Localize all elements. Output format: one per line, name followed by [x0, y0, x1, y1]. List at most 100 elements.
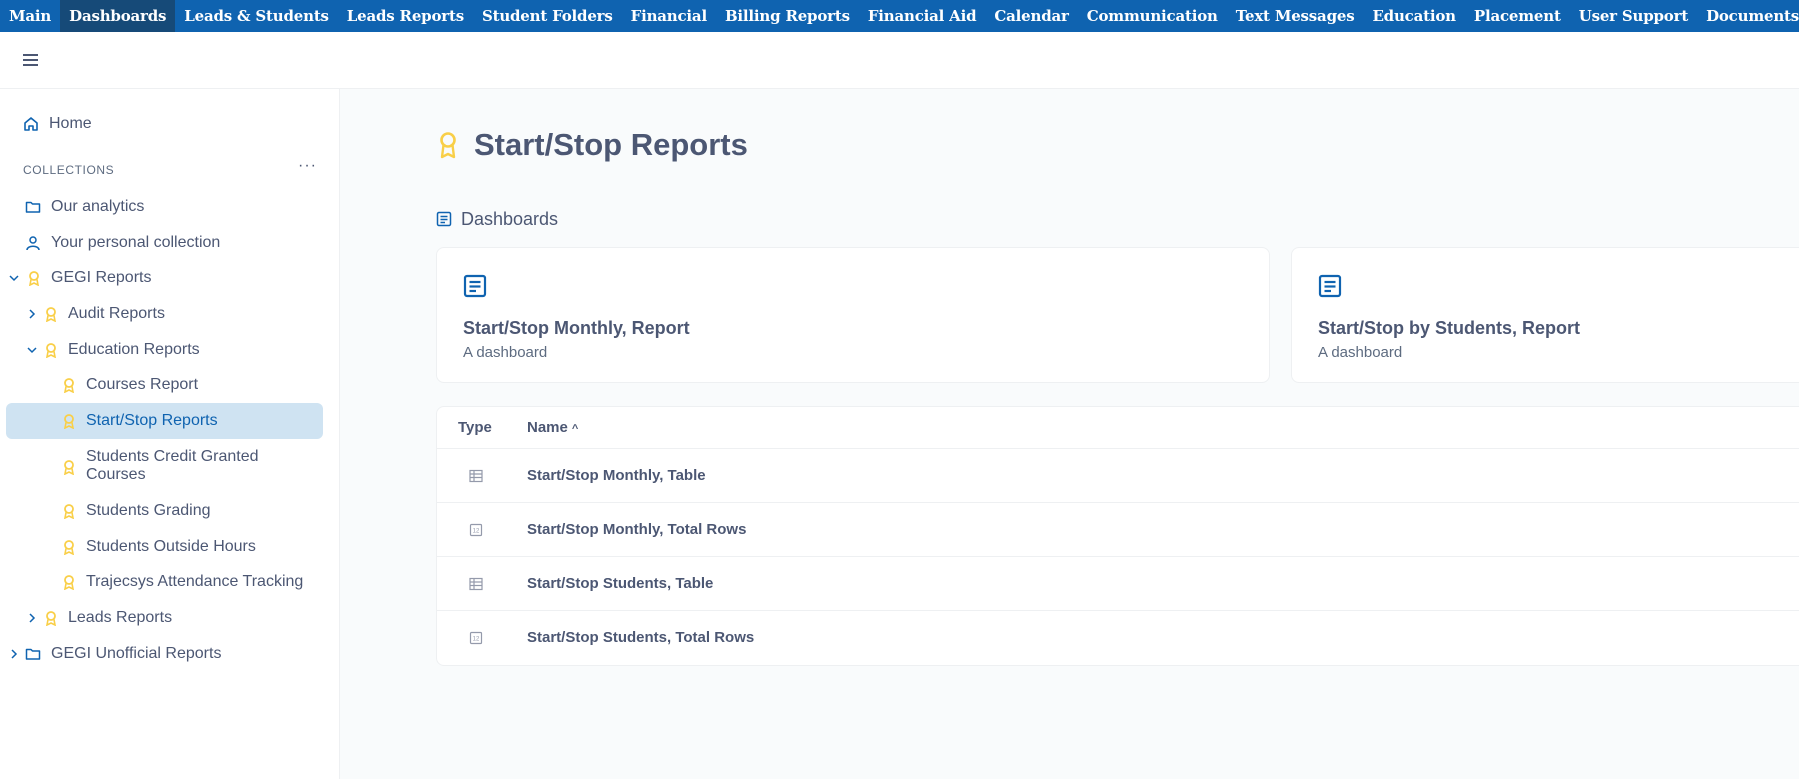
badge-icon [64, 540, 74, 555]
badge-icon [46, 611, 56, 626]
nav-item-calendar[interactable]: Calendar [985, 0, 1077, 32]
badge-icon [64, 414, 74, 429]
column-header-name-label: Name [527, 419, 568, 436]
nav-item-placement[interactable]: Placement [1465, 0, 1570, 32]
table-row[interactable]: 12 Start/Stop Students, Total Rows [437, 611, 1799, 665]
badge-icon [440, 132, 456, 159]
nav-item-user-support[interactable]: User Support [1570, 0, 1697, 32]
main-content: Start/Stop Reports Dashboards Start/Stop… [341, 89, 1799, 779]
row-name[interactable]: Start/Stop Monthly, Total Rows [527, 521, 746, 538]
nav-item-text-messages[interactable]: Text Messages [1227, 0, 1364, 32]
dashboard-icon [1318, 274, 1342, 298]
svg-text:12: 12 [473, 637, 480, 643]
app-bar [0, 32, 1799, 89]
chevron-down-icon[interactable] [26, 344, 38, 356]
row-name[interactable]: Start/Stop Students, Total Rows [527, 629, 754, 646]
dashboard-icon [463, 274, 487, 298]
nav-item-education[interactable]: Education [1363, 0, 1464, 32]
folder-icon [25, 648, 41, 660]
nav-item-financial-aid[interactable]: Financial Aid [859, 0, 986, 32]
dashboard-card[interactable]: Start/Stop Monthly, Report A dashboard [436, 247, 1270, 383]
sidebar-item-personal-collection[interactable]: Your personal collection [0, 225, 340, 261]
sidebar-item-label: Home [49, 115, 92, 132]
hamburger-icon[interactable] [23, 54, 38, 66]
sidebar-item-label: Leads Reports [68, 609, 173, 626]
chevron-right-icon[interactable] [8, 648, 20, 660]
folder-icon [25, 201, 41, 213]
nav-item-billing-reports[interactable]: Billing Reports [716, 0, 859, 32]
sidebar-item-label: Students Credit Granted Courses [86, 448, 259, 483]
nav-item-leads-reports[interactable]: Leads Reports [338, 0, 473, 32]
person-icon [26, 236, 40, 251]
badge-icon [64, 460, 74, 475]
sidebar-item-label: Our analytics [51, 198, 145, 215]
table-row[interactable]: Start/Stop Students, Table [437, 557, 1799, 611]
badge-icon [46, 343, 56, 358]
badge-icon [46, 307, 56, 322]
page-title: Start/Stop Reports [474, 127, 748, 162]
sidebar-item-label: Trajecsys Attendance Tracking [86, 573, 304, 590]
table-icon [469, 469, 483, 483]
row-name[interactable]: Start/Stop Students, Table [527, 575, 713, 592]
chevron-right-icon[interactable] [26, 308, 38, 320]
sidebar-item-label: Start/Stop Reports [86, 412, 218, 429]
sidebar-item-students-grading[interactable]: Students Grading [0, 493, 340, 529]
table-row[interactable]: 12 Start/Stop Monthly, Total Rows [437, 503, 1799, 557]
sidebar-item-label: GEGI Reports [51, 269, 152, 286]
chevron-down-icon[interactable] [8, 272, 20, 284]
home-icon [24, 117, 38, 131]
collections-header: COLLECTIONS [23, 163, 115, 177]
sidebar-item-gegi-reports[interactable]: GEGI Reports [0, 260, 340, 296]
sidebar-item-label: GEGI Unofficial Reports [51, 645, 222, 662]
sidebar-item-audit-reports[interactable]: Audit Reports [0, 296, 340, 332]
sidebar: Home COLLECTIONS ··· Our analytics Your … [0, 89, 340, 779]
sidebar-item-label: Courses Report [86, 376, 199, 393]
sidebar-item-courses-report[interactable]: Courses Report [0, 367, 340, 403]
table-row[interactable]: Start/Stop Monthly, Table [437, 449, 1799, 503]
dashboard-card[interactable]: Start/Stop by Students, Report A dashboa… [1291, 247, 1799, 383]
sidebar-item-label: Audit Reports [68, 305, 165, 322]
column-header-type[interactable]: Type [458, 419, 492, 436]
nav-item-main[interactable]: Main [0, 0, 60, 32]
sidebar-item-gegi-unofficial-reports[interactable]: GEGI Unofficial Reports [0, 636, 340, 672]
sidebar-item-education-reports[interactable]: Education Reports [0, 332, 340, 368]
card-description: A dashboard [463, 344, 548, 361]
number-icon: 12 [469, 631, 483, 645]
badge-icon [64, 575, 74, 590]
sidebar-item-start-stop-reports[interactable]: Start/Stop Reports [6, 403, 323, 439]
sidebar-item-students-credit-granted[interactable]: Students Credit Granted Courses [0, 441, 340, 493]
sidebar-item-trajecsys-attendance[interactable]: Trajecsys Attendance Tracking [0, 564, 340, 600]
card-title: Start/Stop by Students, Report [1318, 318, 1581, 338]
top-navigation: Main Dashboards Leads & Students Leads Repo… [0, 0, 1799, 32]
sidebar-item-label: Education Reports [68, 341, 200, 358]
nav-item-dashboards[interactable]: Dashboards [60, 0, 176, 32]
items-table: Type Name ^ Start/Stop Monthly, Table 12 … [436, 406, 1799, 666]
table-header: Type Name ^ [437, 407, 1799, 449]
sidebar-item-label: Students Outside Hours [86, 538, 256, 555]
badge-icon [64, 378, 74, 393]
sidebar-item-label: Your personal collection [51, 234, 221, 251]
collections-more-button[interactable]: ··· [298, 157, 317, 175]
row-name[interactable]: Start/Stop Monthly, Table [527, 467, 706, 484]
sort-ascending-icon: ^ [571, 423, 579, 435]
svg-text:12: 12 [473, 529, 480, 535]
nav-item-leads-students[interactable]: Leads & Students [175, 0, 338, 32]
sidebar-item-leads-reports[interactable]: Leads Reports [0, 600, 340, 636]
badge-icon [29, 271, 39, 286]
section-title: Dashboards [461, 209, 559, 229]
column-header-name[interactable]: Name ^ [527, 419, 578, 436]
nav-item-student-folders[interactable]: Student Folders [473, 0, 622, 32]
sidebar-item-our-analytics[interactable]: Our analytics [0, 189, 340, 225]
sidebar-item-home[interactable]: Home [0, 106, 340, 142]
nav-item-documents[interactable]: Documents [1697, 0, 1799, 32]
card-description: A dashboard [1318, 344, 1403, 361]
nav-item-financial[interactable]: Financial [622, 0, 716, 32]
table-icon [469, 577, 483, 591]
card-title: Start/Stop Monthly, Report [463, 318, 690, 338]
nav-item-communication[interactable]: Communication [1078, 0, 1227, 32]
number-icon: 12 [469, 523, 483, 537]
chevron-right-icon[interactable] [26, 612, 38, 624]
sidebar-item-students-outside-hours[interactable]: Students Outside Hours [0, 529, 340, 565]
dashboard-icon [436, 211, 452, 227]
sidebar-item-label: Students Grading [86, 502, 211, 519]
